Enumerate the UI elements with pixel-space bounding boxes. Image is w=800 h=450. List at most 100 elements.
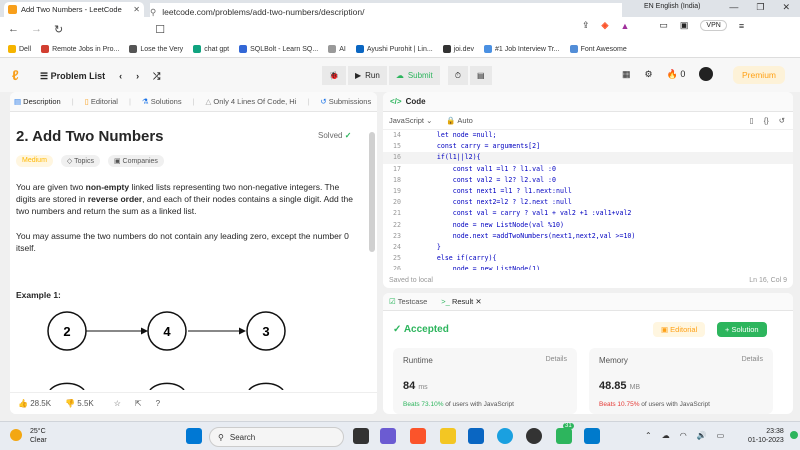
language-indicator[interactable]: EN English (India) [644,3,700,10]
share-icon[interactable]: ⇪ [582,20,590,31]
difficulty-badge[interactable]: Medium [16,155,53,167]
bookmark-item[interactable]: joi.dev [442,45,474,53]
cloud-icon[interactable]: ☁ [662,431,670,440]
vpn-button[interactable]: VPN [700,20,727,31]
tab-icon: ▤ [14,97,24,106]
brave-icon[interactable] [410,428,426,444]
brave-shield-icon[interactable]: ◈ [602,20,609,31]
language-select[interactable]: JavaScript ⌄ [389,116,432,125]
shuffle-icon[interactable]: ⤮ [153,71,160,82]
layout-icon[interactable]: ▦ [622,69,631,80]
format-code-icon[interactable]: {} [764,116,769,125]
bookmark-item[interactable]: SQLBolt - Learn SQ... [239,45,318,53]
bookmark-item[interactable]: #1 Job Interview Tr... [483,45,560,53]
code-text: node = new ListNode(val %10) [421,220,564,229]
run-button[interactable]: ▶ Run [347,66,387,85]
topics-button[interactable]: ◇ Topics [60,155,100,167]
bookmark-icon[interactable]: ☐ [155,23,165,36]
site-info-icon[interactable]: ⚲ [150,7,156,18]
edge-icon[interactable] [497,428,513,444]
teams-icon[interactable] [380,428,396,444]
sidebar-icon[interactable]: ▭ [659,20,668,31]
like-button[interactable]: 👍 28.5K [18,399,51,408]
bookmark-item[interactable]: Ayushi Purohit | Lin... [355,45,433,53]
brave-rewards-icon[interactable]: ▲ [620,21,629,31]
tray-chevron-icon[interactable]: ⌃ [645,431,652,440]
description-scrollbar[interactable] [369,132,375,252]
url-field[interactable]: ⚲ leetcode.com/problems/add-two-numbers/… [150,3,622,21]
bookmark-item[interactable]: Font Awesome [569,45,627,53]
taskbar-search[interactable]: ⚲ Search [209,427,344,447]
weather-widget[interactable]: 25°C Clear [10,427,47,445]
menu-icon[interactable]: ≡ [739,21,744,31]
windows-start-icon[interactable] [186,428,202,444]
likes-count: 28.5K [30,399,52,408]
auto-toggle[interactable]: 🔒 Auto [446,116,472,125]
bookmark-item[interactable]: Dell [8,45,31,53]
clock[interactable]: 23:38 01-10-2023 [748,427,784,445]
bookmark-item[interactable]: chat gpt [193,45,229,53]
notes-icon[interactable]: ▤ [469,66,492,85]
dell-icon[interactable] [526,428,542,444]
task-view-icon[interactable] [353,428,369,444]
memory-beats-suffix: of users with JavaScript [641,401,710,408]
editorial-button[interactable]: ▣ Editorial [653,322,706,337]
problem-list-link[interactable]: ☰ Problem List [40,71,105,82]
favorite-icon[interactable]: ☆ [114,399,121,408]
battery-icon[interactable]: ▭ [717,431,725,440]
share-problem-icon[interactable]: ⇱ [135,399,142,408]
runtime-details-link[interactable]: Details [546,356,567,363]
file-explorer-icon[interactable] [440,428,456,444]
code-line: 21 const val = carry ? val1 + val2 +1 :v… [383,208,793,219]
code-editor[interactable]: 14 let node =null; 15 const carry = argum… [383,130,793,270]
tab-result[interactable]: >_ Result ✕ [441,297,481,306]
wallet-icon[interactable]: ▣ [680,20,689,31]
memory-details-link[interactable]: Details [742,356,763,363]
tab-editorial[interactable]: ▯ Editorial [85,97,118,106]
bookmark-favicon-icon [8,45,16,53]
tab-description[interactable]: ▤ Description [14,97,61,106]
minimize-icon[interactable]: — [729,2,738,13]
close-window-icon[interactable]: ✕ [782,2,790,13]
avatar[interactable] [699,67,714,81]
bookmark-code-icon[interactable]: ▯ [750,116,754,125]
memory-card[interactable]: Memory Details 48.85 MB Beats 10.75% of … [589,348,773,414]
forward-icon[interactable]: → [31,23,42,35]
streak-counter[interactable]: 🔥 0 [667,69,686,80]
notification-dot[interactable] [790,431,798,439]
close-result-icon[interactable]: ✕ [475,297,481,306]
maximize-icon[interactable]: ❐ [756,2,764,13]
dislike-button[interactable]: 👎 5.5K [65,399,94,408]
close-tab-icon[interactable]: ✕ [133,5,140,14]
tab-divider: | [192,97,195,106]
submit-button[interactable]: ☁ Submit [388,66,440,85]
bookmark-item[interactable]: AI [328,45,346,53]
prev-problem-icon[interactable]: ‹ [119,71,122,82]
wifi-icon[interactable]: ◠ [680,431,687,440]
bookmark-favicon-icon [355,45,364,53]
debug-icon[interactable]: 🐞 [322,66,346,85]
runtime-card[interactable]: Runtime Details 84 ms Beats 73.10% of us… [393,348,577,414]
bookmark-item[interactable]: Remote Jobs in Pro... [41,45,119,53]
whatsapp-icon[interactable]: 31 [556,423,574,444]
tab-testcase[interactable]: ☑ Testcase [389,297,427,306]
next-problem-icon[interactable]: › [136,71,139,82]
linkedin-icon[interactable] [468,428,484,444]
feedback-icon[interactable]: ? [156,399,160,408]
solution-button[interactable]: + Solution [717,322,767,337]
timer-icon[interactable]: ⏱ [447,66,468,85]
reset-code-icon[interactable]: ↺ [779,116,785,125]
settings-icon[interactable]: ⚙ [645,69,653,80]
bookmark-item[interactable]: Lose the Very [129,45,183,53]
companies-button[interactable]: ▣ Companies [107,155,164,167]
volume-icon[interactable]: 🔊 [697,431,707,440]
tab-solution-post[interactable]: △ Only 4 Lines Of Code, Hi [206,97,297,106]
vscode-icon[interactable] [584,428,600,444]
premium-button[interactable]: Premium [733,66,786,84]
browser-tab[interactable]: Add Two Numbers - LeetCode ✕ [4,2,144,17]
reload-icon[interactable]: ↻ [54,23,63,36]
back-icon[interactable]: ← [8,23,19,35]
tab-solutions[interactable]: ⚗ Solutions [142,97,182,106]
tab-submissions[interactable]: ↺ Submissions [320,97,371,106]
leetcode-logo-icon[interactable]: ℓ [12,67,28,83]
